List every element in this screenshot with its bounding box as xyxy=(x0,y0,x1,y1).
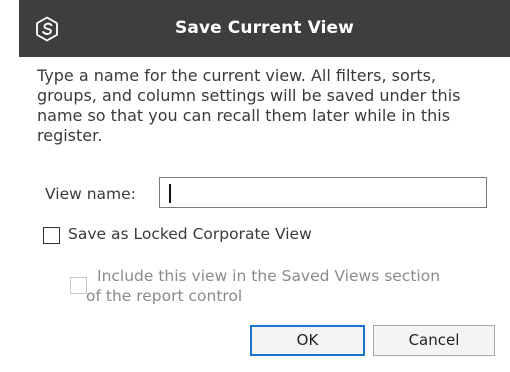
include-label-line: of the report control xyxy=(86,287,243,305)
title-bar: Save Current View xyxy=(19,0,510,57)
description-line: register. xyxy=(37,126,103,145)
description-line: name so that you can recall them later w… xyxy=(37,106,451,125)
cancel-button[interactable]: Cancel xyxy=(373,325,495,356)
locked-corporate-view-label[interactable]: Save as Locked Corporate View xyxy=(68,225,312,243)
description-line: groups, and column settings will be save… xyxy=(37,86,461,105)
view-name-input[interactable] xyxy=(159,177,487,208)
ok-button[interactable]: OK xyxy=(250,325,365,356)
description-line: Type a name for the current view. All fi… xyxy=(37,66,437,85)
include-label-line: Include this view in the Saved Views sec… xyxy=(97,267,441,285)
dialog-description: Type a name for the current view. All fi… xyxy=(37,66,505,146)
text-caret xyxy=(169,184,171,203)
include-saved-views-checkbox xyxy=(70,277,87,294)
view-name-label: View name: xyxy=(45,185,136,203)
include-saved-views-label: Include this view in the Saved Views sec… xyxy=(86,266,441,306)
save-current-view-dialog: Save Current View Type a name for the cu… xyxy=(19,0,510,372)
dialog-title: Save Current View xyxy=(175,18,354,38)
locked-corporate-view-checkbox[interactable] xyxy=(43,227,60,244)
